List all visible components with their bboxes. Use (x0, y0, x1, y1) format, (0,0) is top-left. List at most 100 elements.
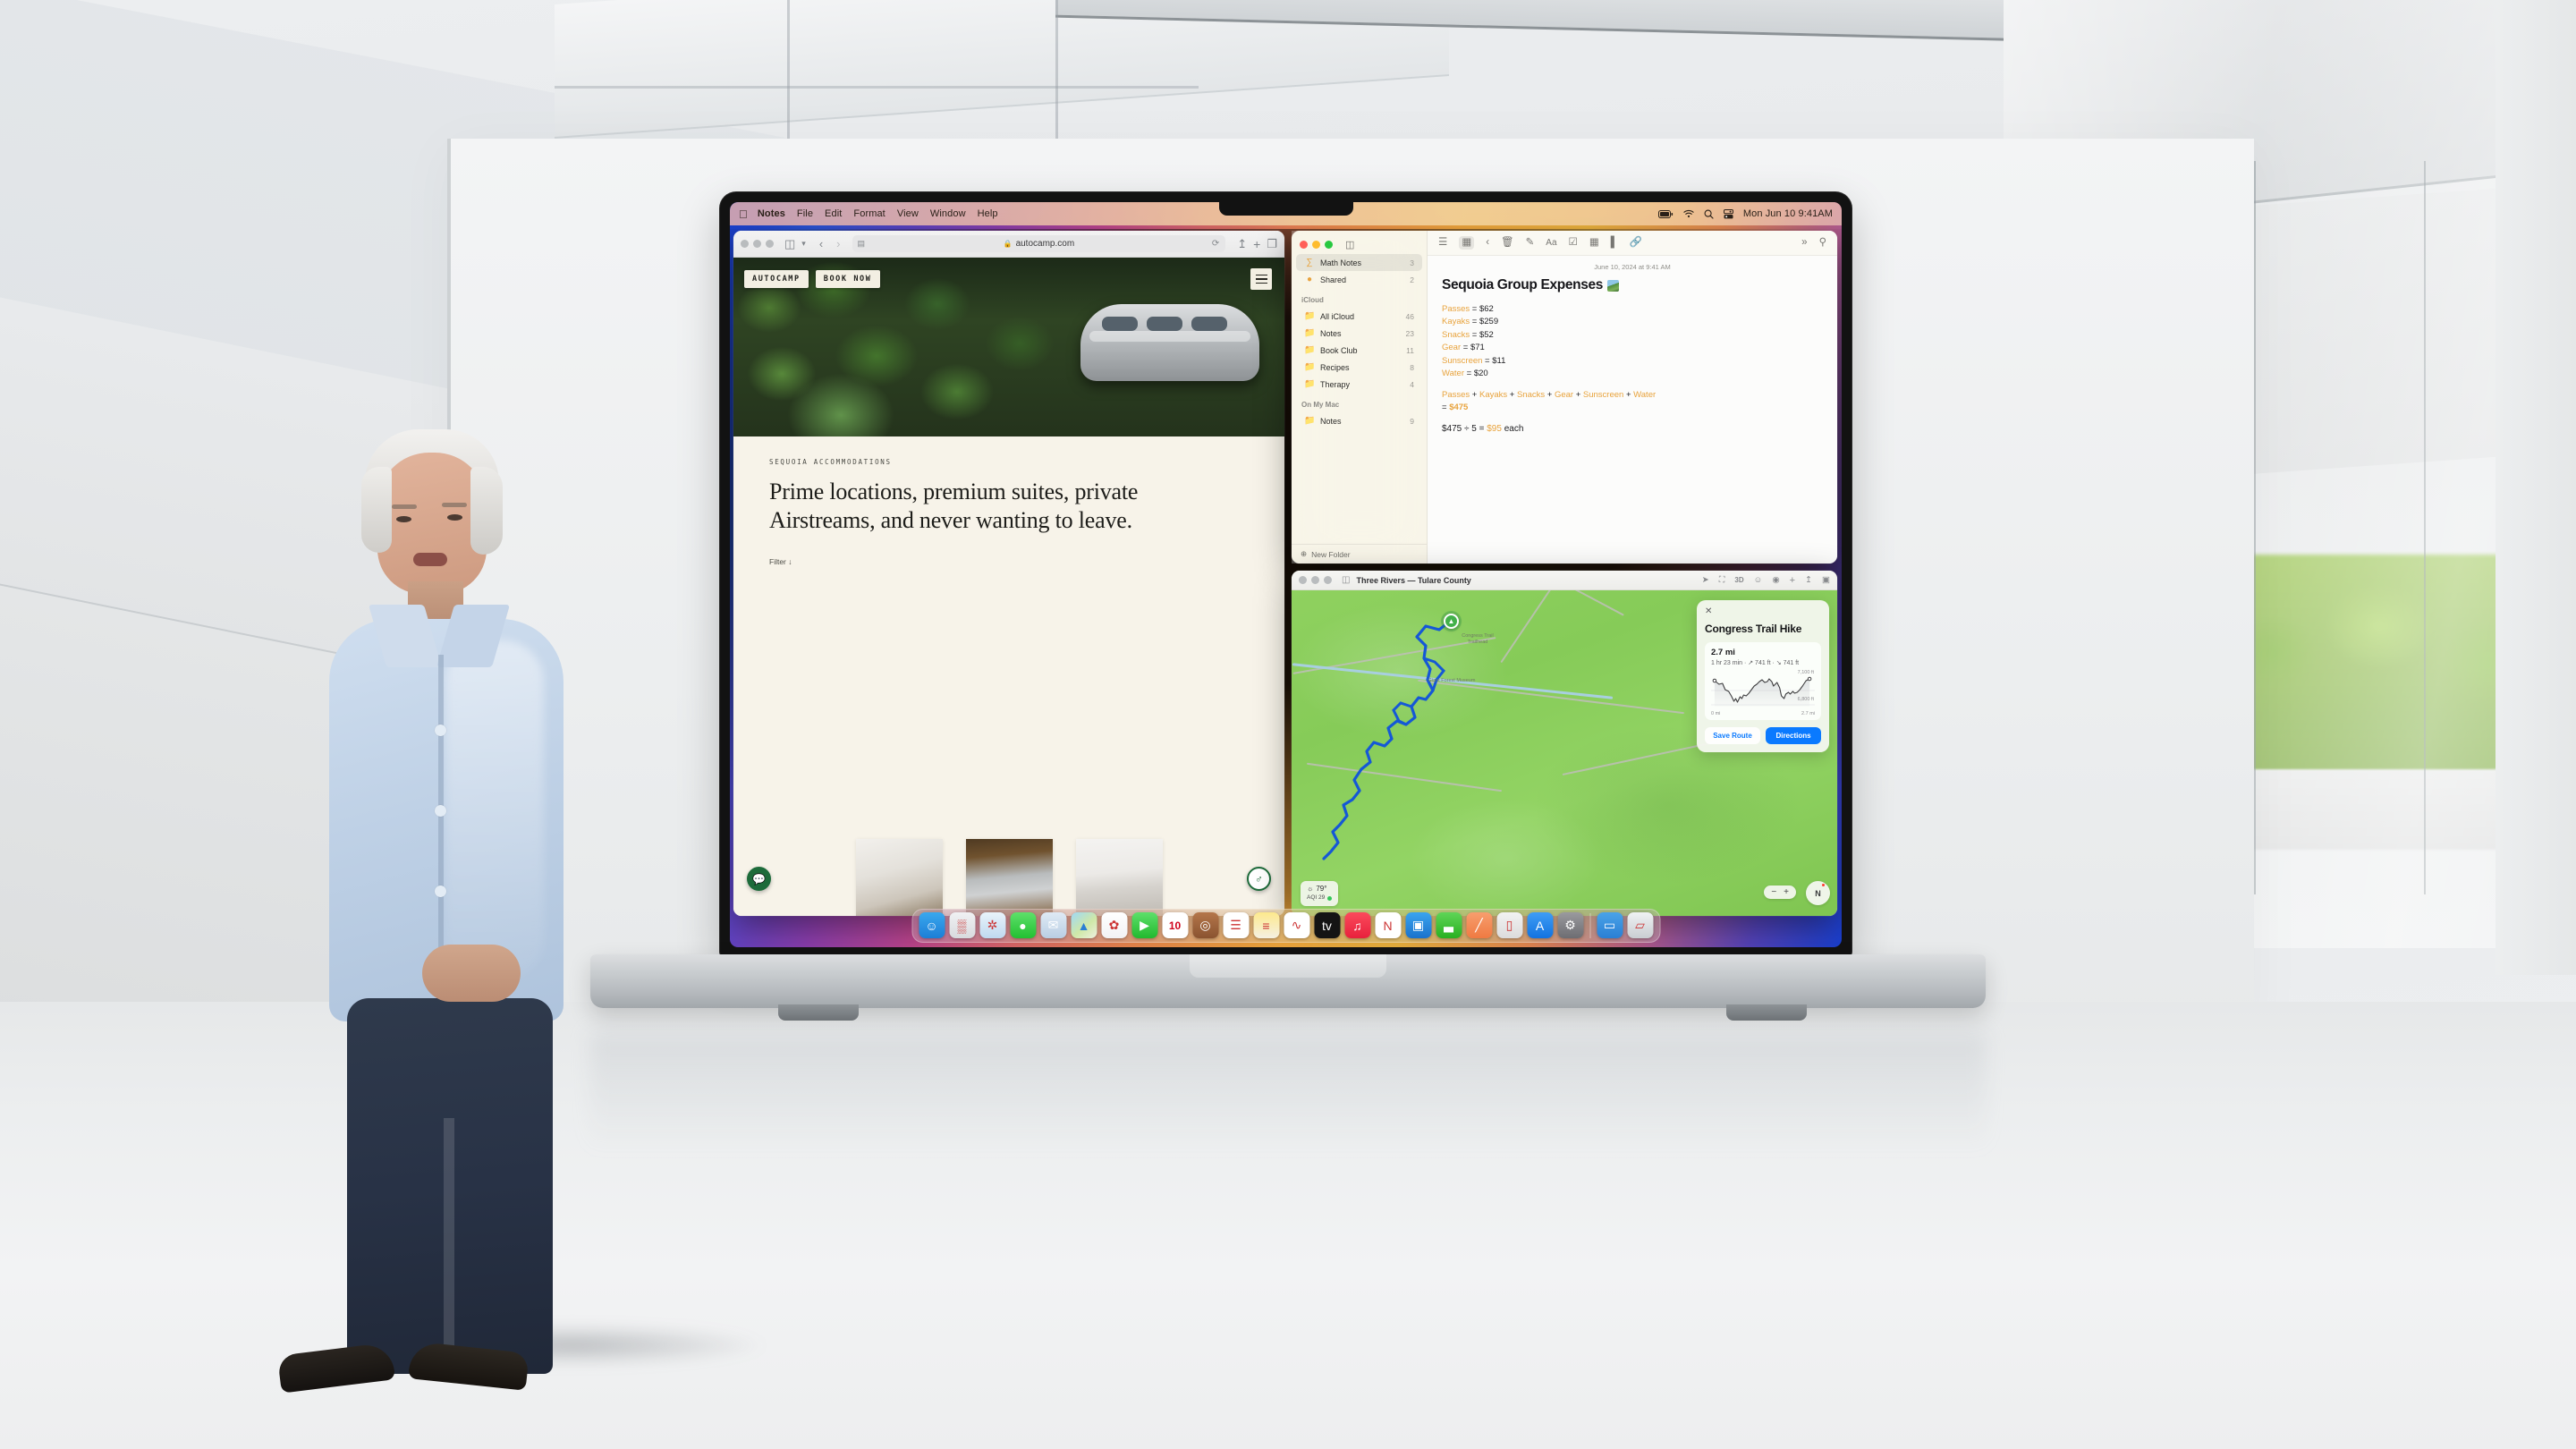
safari-toolbar[interactable]: ◫ ▾ ‹ › ▤ 🔒 autocamp.com ⟳ ↥ + ❐ (733, 231, 1284, 258)
sidebar-item-notes[interactable]: 📁 Notes 23 (1296, 325, 1422, 342)
plus-icon[interactable]: + (1790, 575, 1795, 586)
dock-icon-safari[interactable]: ✲ (979, 912, 1005, 938)
search-icon[interactable] (1704, 209, 1714, 219)
dock-icon-finder[interactable]: ☺ (919, 912, 945, 938)
maps-window[interactable]: ◫ Three Rivers — Tulare County ➤ ⛶ 3D ☺ … (1292, 571, 1837, 916)
chat-icon[interactable]: 💬 (747, 867, 771, 891)
menu-item-format[interactable]: Format (853, 208, 885, 219)
table-icon[interactable]: ▦ (1589, 237, 1599, 249)
dock-icon-contacts[interactable]: ◎ (1192, 912, 1218, 938)
zoom-out-button[interactable]: − (1771, 887, 1776, 897)
dock-icon-music[interactable]: ♫ (1344, 912, 1370, 938)
close-button[interactable] (1299, 576, 1307, 584)
dock-icon-launchpad[interactable]: ▒ (949, 912, 975, 938)
dock-icon-downloads-folder[interactable]: ▭ (1597, 912, 1623, 938)
list-view-icon[interactable]: ☰ (1438, 237, 1447, 249)
filter-link[interactable]: Filter ↓ (769, 557, 1249, 566)
close-button[interactable] (741, 240, 749, 248)
locate-icon[interactable]: ➤ (1702, 575, 1709, 585)
sidebar-item-recipes[interactable]: 📁 Recipes 8 (1296, 359, 1422, 376)
format-icon[interactable]: Aa (1546, 238, 1556, 248)
notes-titlebar[interactable]: ◫ (1292, 231, 1427, 254)
sidebar-item-all-icloud[interactable]: 📁 All iCloud 46 (1296, 308, 1422, 325)
menu-item-help[interactable]: Help (978, 208, 998, 219)
safari-window[interactable]: ◫ ▾ ‹ › ▤ 🔒 autocamp.com ⟳ ↥ + ❐ AUTOCAM… (733, 231, 1284, 916)
dock-icon-photos[interactable]: ✿ (1101, 912, 1127, 938)
audio-icon[interactable]: ▌ (1611, 237, 1618, 249)
share-icon[interactable]: ↥ (1805, 575, 1812, 585)
dock-icon-iphone-mirroring[interactable]: ▯ (1496, 912, 1522, 938)
dock-icon-notes[interactable]: ≡ (1253, 912, 1279, 938)
dock-icon-facetime[interactable]: ▶ (1131, 912, 1157, 938)
notes-window[interactable]: ◫ ∑ Math Notes 3 ● Shared 2 iCloud 📁 All… (1292, 231, 1837, 564)
sidebar-icon[interactable]: ◫ (1342, 575, 1350, 585)
dock-icon-appletv[interactable]: tv (1314, 912, 1340, 938)
compass-icon[interactable]: ◉ (1772, 575, 1779, 585)
note-content[interactable]: June 10, 2024 at 9:41 AM Sequoia Group E… (1428, 256, 1837, 434)
menu-item-window[interactable]: Window (930, 208, 966, 219)
maps-look-around-icon[interactable]: ⛶ (1719, 575, 1725, 585)
thumbnail-airstream-exterior[interactable] (965, 839, 1053, 916)
close-icon[interactable]: ✕ (1705, 607, 1821, 616)
menu-bar-clock[interactable]: Mon Jun 10 9:41AM (1743, 208, 1833, 219)
book-now-button[interactable]: BOOK NOW (815, 270, 880, 288)
dock-icon-keynote[interactable]: ▣ (1405, 912, 1431, 938)
directions-button[interactable]: Directions (1766, 727, 1821, 744)
dock-icon-trash[interactable]: ▱ (1627, 912, 1653, 938)
zoom-button[interactable] (766, 240, 774, 248)
reader-icon[interactable]: ▤ (858, 239, 866, 249)
dock-icon-maps[interactable]: ▲ (1071, 912, 1097, 938)
dock-icon-app-store[interactable]: A (1527, 912, 1553, 938)
notes-toolbar[interactable]: ☰ ▦ ‹ 🗑 ✎ Aa ☑ ▦ ▌ 🔗 » ⚲ (1428, 231, 1837, 256)
maps-traffic-lights[interactable] (1299, 576, 1332, 584)
new-tab-icon[interactable]: + (1253, 238, 1260, 250)
apple-logo-icon[interactable]:  (739, 208, 748, 220)
3d-icon[interactable]: 3D (1734, 576, 1743, 584)
sidebar-item-math-notes[interactable]: ∑ Math Notes 3 (1296, 254, 1422, 271)
sidebar-item-shared[interactable]: ● Shared 2 (1296, 271, 1422, 288)
minimize-button[interactable] (1312, 241, 1320, 249)
zoom-button[interactable] (1325, 241, 1333, 249)
gallery-view-icon[interactable]: ▦ (1459, 235, 1475, 250)
delete-icon[interactable]: 🗑 (1501, 237, 1514, 249)
tab-overview-icon[interactable]: ❐ (1267, 238, 1277, 250)
site-brand-logo[interactable]: AUTOCAMP (744, 270, 809, 288)
sidebar-item-book-club[interactable]: 📁 Book Club 11 (1296, 342, 1422, 359)
maps-toolbar[interactable]: ➤ ⛶ 3D ☺ ◉ + ↥ ▣ (1702, 575, 1830, 586)
dock-icon-news[interactable]: N (1375, 912, 1401, 938)
menu-item-file[interactable]: File (797, 208, 813, 219)
route-card[interactable]: ✕ Congress Trail Hike 2.7 mi 1 hr 23 min… (1697, 600, 1829, 752)
compose-icon[interactable]: ✎ (1526, 237, 1535, 249)
wifi-icon[interactable] (1683, 209, 1694, 218)
sidebar-item-therapy[interactable]: 📁 Therapy 4 (1296, 376, 1422, 393)
menu-item-notes[interactable]: Notes (758, 208, 785, 219)
menu-item-view[interactable]: View (897, 208, 919, 219)
sidebar-icon[interactable]: ◫ (1345, 239, 1354, 250)
safari-traffic-lights[interactable] (741, 240, 774, 248)
map-zoom-controls[interactable]: − + (1764, 886, 1796, 899)
hamburger-icon[interactable] (1250, 268, 1272, 290)
trailhead-pin[interactable]: ▲ (1444, 614, 1459, 629)
back-icon[interactable]: ‹ (819, 238, 823, 250)
share-icon[interactable]: ↥ (1237, 238, 1247, 250)
dock-icon-reminders[interactable]: ☰ (1223, 912, 1249, 938)
site-nav[interactable]: AUTOCAMP BOOK NOW (744, 270, 880, 288)
sidebar-item-local-notes[interactable]: 📁 Notes 9 (1296, 412, 1422, 429)
dock-icon-calendar[interactable]: 10 (1162, 912, 1188, 938)
sidebar-icon[interactable]: ◫ (784, 238, 795, 250)
dock-icon-numbers[interactable]: ▃ (1436, 912, 1462, 938)
address-bar[interactable]: ▤ 🔒 autocamp.com ⟳ (852, 235, 1226, 252)
chevron-down-icon[interactable]: ▾ (801, 240, 806, 248)
battery-icon[interactable] (1657, 209, 1674, 218)
more-icon[interactable]: » (1801, 237, 1807, 249)
binoculars-icon[interactable]: ☺ (1754, 575, 1763, 585)
link-icon[interactable]: 🔗 (1630, 237, 1642, 249)
maps-titlebar[interactable]: ◫ Three Rivers — Tulare County ➤ ⛶ 3D ☺ … (1292, 571, 1837, 590)
new-folder-button[interactable]: ⊕ New Folder (1292, 544, 1427, 564)
save-route-button[interactable]: Save Route (1705, 727, 1760, 744)
dock-icon-pages[interactable]: ╱ (1466, 912, 1492, 938)
dock-icon-messages[interactable]: ● (1010, 912, 1036, 938)
thumbnail-airstream-interior[interactable] (855, 839, 943, 916)
dock[interactable]: ☺ ▒ ✲ ● ✉ ▲ ✿ ▶ 10 ◎ ☰ ≡ ∿ tv ♫ N ▣ ▃ ╱ ▯ A ⚙ ▭ ▱ (911, 909, 1660, 943)
account-icon[interactable]: ▣ (1822, 575, 1830, 585)
